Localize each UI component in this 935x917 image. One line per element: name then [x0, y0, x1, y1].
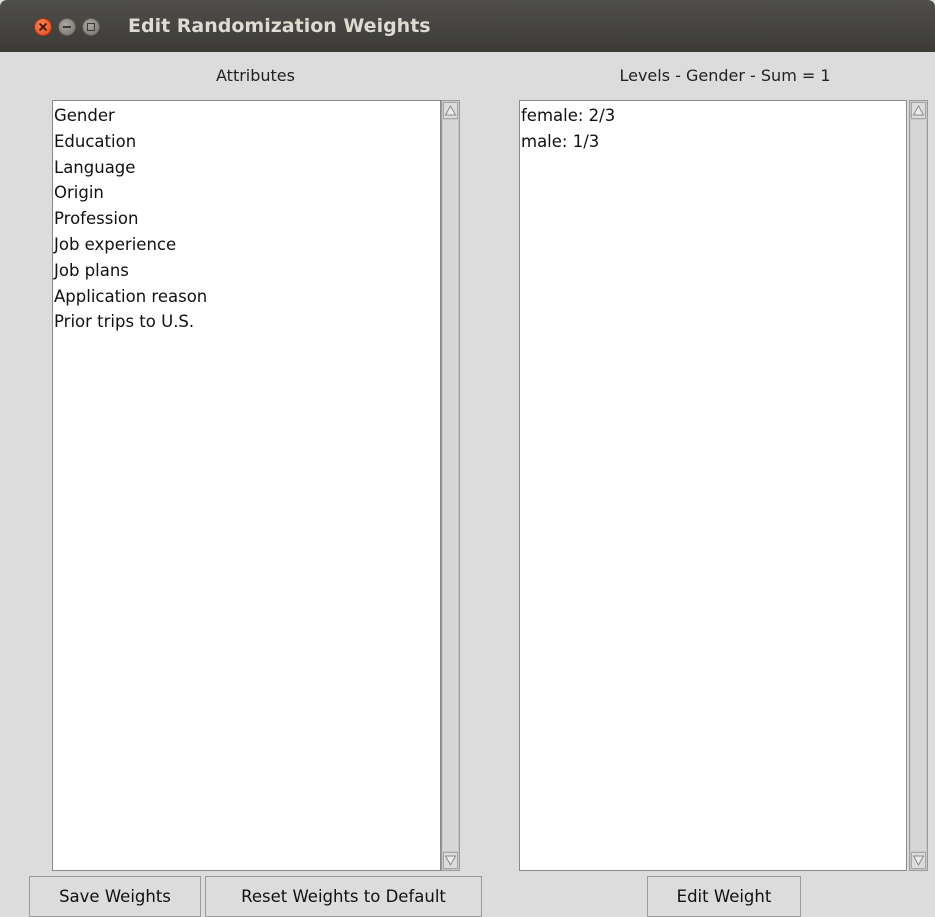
title-bar[interactable]: Edit Randomization Weights: [0, 0, 935, 52]
attributes-listbox[interactable]: Gender Education Language Origin Profess…: [52, 100, 441, 871]
maximize-icon[interactable]: [82, 18, 100, 36]
attribute-item-job-experience[interactable]: Job experience: [54, 232, 440, 258]
levels-scrollbar[interactable]: [909, 100, 928, 871]
reset-weights-button[interactable]: Reset Weights to Default: [205, 876, 482, 917]
save-weights-button[interactable]: Save Weights: [29, 876, 201, 917]
close-icon[interactable]: [34, 18, 52, 36]
window-title: Edit Randomization Weights: [128, 15, 431, 37]
attribute-item-job-plans[interactable]: Job plans: [54, 258, 440, 284]
minimize-icon[interactable]: [58, 18, 76, 36]
attribute-item-gender[interactable]: Gender: [54, 103, 440, 129]
attribute-item-education[interactable]: Education: [54, 129, 440, 155]
level-item-female[interactable]: female: 2/3: [521, 103, 906, 129]
levels-listbox[interactable]: female: 2/3 male: 1/3: [519, 100, 907, 871]
attributes-scrollbar[interactable]: [441, 100, 460, 871]
attribute-item-origin[interactable]: Origin: [54, 180, 440, 206]
attribute-item-profession[interactable]: Profession: [54, 206, 440, 232]
scroll-up-arrow-icon[interactable]: [911, 102, 926, 119]
scroll-up-arrow-icon[interactable]: [443, 102, 458, 119]
attributes-label: Attributes: [216, 66, 295, 85]
edit-randomization-weights-window: Edit Randomization Weights Attributes Le…: [0, 0, 935, 917]
scroll-down-arrow-icon[interactable]: [911, 852, 926, 869]
attribute-item-prior-trips[interactable]: Prior trips to U.S.: [54, 309, 440, 335]
levels-label: Levels - Gender - Sum = 1: [619, 66, 831, 85]
scrollbar-track[interactable]: [911, 120, 926, 851]
scroll-down-arrow-icon[interactable]: [443, 852, 458, 869]
scrollbar-track[interactable]: [443, 120, 458, 851]
attribute-item-language[interactable]: Language: [54, 155, 440, 181]
edit-weight-button[interactable]: Edit Weight: [647, 876, 801, 917]
level-item-male[interactable]: male: 1/3: [521, 129, 906, 155]
attribute-item-application-reason[interactable]: Application reason: [54, 284, 440, 310]
